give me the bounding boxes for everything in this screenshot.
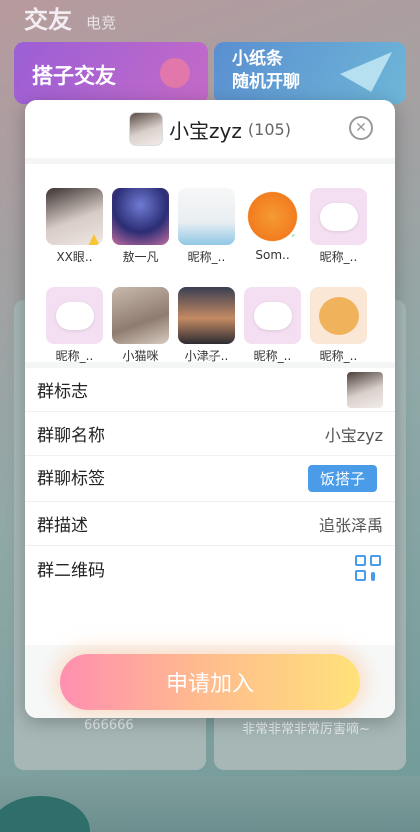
member-name: 昵称_..	[319, 349, 358, 363]
group-name-value: 小宝zyz	[324, 425, 383, 445]
group-info-modal: 小宝zyz (105) ✕ XX眼.. 敖一凡 昵称_.. Som.. 昵称_.…	[25, 100, 395, 718]
member-item[interactable]: Som..	[244, 188, 301, 265]
member-name: 昵称_..	[187, 250, 226, 264]
chevron-down-icon[interactable]: ︾	[202, 352, 216, 372]
background-subtitle: 电竞	[86, 14, 117, 32]
group-qr-row[interactable]: 群二维码	[25, 546, 395, 590]
background-title: 交友	[24, 6, 72, 34]
banner-left-label: 搭子交友	[32, 64, 116, 88]
group-logo-label: 群标志	[37, 382, 88, 402]
member-avatar	[178, 287, 235, 344]
member-name: 昵称_..	[253, 349, 292, 363]
member-avatar	[244, 287, 301, 344]
member-name: 敖一凡	[122, 250, 159, 264]
owner-crown-icon	[88, 234, 100, 245]
member-name: 昵称_..	[55, 349, 94, 363]
member-grid: XX眼.. 敖一凡 昵称_.. Som.. 昵称_.. 昵称_.. 小猫咪 小津…	[46, 188, 376, 364]
member-avatar	[310, 188, 367, 245]
member-avatar	[112, 287, 169, 344]
member-avatar	[310, 287, 367, 344]
banner-buddy-friends: 搭子交友	[14, 42, 208, 104]
member-item[interactable]: 昵称_..	[244, 287, 301, 364]
member-avatar	[46, 188, 103, 245]
member-name: XX眼..	[56, 250, 93, 264]
heart-icon	[160, 58, 190, 88]
group-logo-row[interactable]: 群标志	[25, 368, 395, 412]
banner-random-chat: 小纸条 随机开聊	[214, 42, 406, 104]
member-avatar	[178, 188, 235, 245]
member-name: 小猫咪	[122, 349, 159, 363]
member-count: (105)	[247, 119, 291, 139]
member-avatar	[112, 188, 169, 245]
online-status-dot	[291, 233, 299, 241]
qr-code-icon[interactable]	[355, 555, 381, 581]
group-description-value: 追张泽禹	[318, 515, 383, 535]
group-avatar	[129, 112, 164, 146]
group-qr-label: 群二维码	[37, 560, 105, 581]
cloud-icon	[320, 203, 358, 231]
bear-icon	[319, 297, 359, 335]
group-name-row[interactable]: 群聊名称 小宝zyz	[25, 412, 395, 456]
group-description-label: 群描述	[37, 516, 88, 536]
member-avatar	[244, 188, 301, 245]
group-logo-thumbnail	[347, 371, 383, 408]
member-item[interactable]: 小猫咪	[112, 287, 169, 364]
member-name: Som..	[255, 248, 290, 262]
apply-join-button[interactable]: 申请加入	[60, 653, 360, 710]
group-description-row[interactable]: 群描述 追张泽禹	[25, 502, 395, 546]
background-card-right-text: 非常非常非常厉害嘀~	[242, 722, 370, 737]
modal-header: 小宝zyz (105) ✕	[25, 100, 395, 158]
member-section: XX眼.. 敖一凡 昵称_.. Som.. 昵称_.. 昵称_.. 小猫咪 小津…	[25, 158, 395, 371]
background-topbar: 交友 电竞	[24, 0, 116, 35]
member-item[interactable]: 昵称_..	[46, 287, 103, 364]
cloud-icon	[254, 302, 292, 330]
group-name: 小宝zyz	[169, 118, 242, 143]
member-item[interactable]: 昵称_..	[310, 188, 367, 265]
close-button[interactable]: ✕	[349, 116, 373, 140]
member-item[interactable]: XX眼..	[46, 188, 103, 265]
group-name-label: 群聊名称	[37, 426, 105, 446]
member-item[interactable]: 昵称_..	[310, 287, 367, 364]
group-tag-label: 群聊标签	[37, 468, 105, 489]
member-avatar	[46, 287, 103, 344]
cloud-icon	[56, 302, 94, 330]
group-tag-row[interactable]: 群聊标签 饭搭子	[25, 456, 395, 502]
member-name: 昵称_..	[319, 250, 358, 264]
group-tag-badge: 饭搭子	[307, 465, 377, 492]
background-card-left-text: 666666	[84, 718, 134, 733]
member-item[interactable]: 昵称_..	[178, 188, 235, 265]
member-item[interactable]: 敖一凡	[112, 188, 169, 265]
close-icon: ✕	[355, 120, 367, 136]
apply-area: 申请加入	[25, 645, 395, 718]
